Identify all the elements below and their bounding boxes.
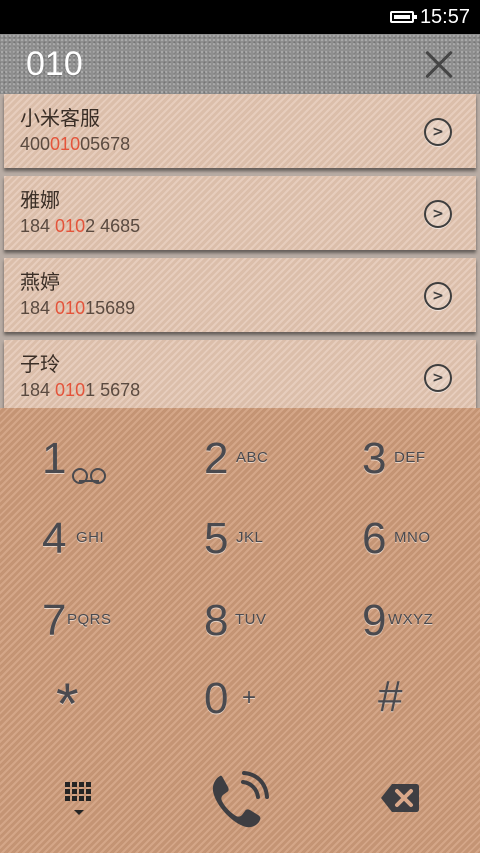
- key-letters: JKL: [236, 529, 264, 546]
- key-letters: ABC: [236, 449, 269, 466]
- key-digit: 1: [42, 434, 67, 483]
- contact-results-list: 小米客服 40001005678 > 雅娜 184 0102 4685 > 燕婷…: [0, 94, 480, 408]
- contact-name: 雅娜: [20, 190, 60, 212]
- key-1[interactable]: 1: [0, 418, 160, 498]
- key-digit: #: [378, 672, 403, 721]
- key-7[interactable]: 7 PQRS: [0, 580, 160, 660]
- caret-down-icon: [74, 810, 84, 815]
- dialpad-toggle-button[interactable]: [0, 758, 160, 838]
- chevron-right-icon[interactable]: >: [424, 282, 452, 310]
- key-letters: GHI: [76, 529, 105, 546]
- contact-name: 燕婷: [20, 272, 60, 294]
- close-icon[interactable]: [424, 49, 454, 79]
- key-4[interactable]: 4 GHI: [0, 498, 160, 578]
- dialed-number: 010: [26, 44, 83, 83]
- dialpad: 1 2 ABC 3 DEF 4 GHI 5 JKL 6 MNO 7 PQRS 8…: [0, 408, 480, 853]
- key-3[interactable]: 3 DEF: [320, 418, 480, 498]
- key-digit: *: [56, 672, 79, 737]
- list-item[interactable]: 小米客服 40001005678 >: [4, 94, 476, 168]
- key-digit: 4: [42, 514, 67, 563]
- status-time: 15:57: [419, 5, 470, 28]
- dialed-number-bar: 010: [0, 34, 480, 94]
- contact-number: 184 0102 4685: [20, 216, 141, 236]
- contact-number: 184 01015689: [20, 298, 136, 318]
- contact-name: 小米客服: [20, 108, 100, 130]
- key-5[interactable]: 5 JKL: [160, 498, 320, 578]
- key-digit: 2: [204, 434, 229, 483]
- key-9[interactable]: 9 WXYZ: [320, 580, 480, 660]
- list-item[interactable]: 子玲 184 0101 5678 >: [4, 340, 476, 408]
- key-letters: TUV: [235, 611, 267, 628]
- key-digit: 8: [204, 596, 229, 645]
- number-match: 010: [55, 298, 86, 318]
- key-digit: 5: [204, 514, 229, 563]
- backspace-icon: [381, 784, 419, 812]
- key-8[interactable]: 8 TUV: [160, 580, 320, 660]
- backspace-button[interactable]: [320, 758, 480, 838]
- contact-number: 184 0101 5678: [20, 380, 141, 400]
- list-item[interactable]: 燕婷 184 01015689 >: [4, 258, 476, 332]
- contact-number: 40001005678: [20, 134, 131, 154]
- key-2[interactable]: 2 ABC: [160, 418, 320, 498]
- voicemail-icon: [72, 468, 106, 484]
- number-match: 010: [55, 216, 86, 236]
- key-6[interactable]: 6 MNO: [320, 498, 480, 578]
- key-digit: 6: [362, 514, 387, 563]
- key-letters: WXYZ: [388, 611, 434, 628]
- key-letters: +: [242, 684, 257, 711]
- chevron-right-icon[interactable]: >: [424, 364, 452, 392]
- key-digit: 3: [362, 434, 387, 483]
- key-digit: 0: [204, 674, 229, 723]
- chevron-right-icon[interactable]: >: [424, 118, 452, 146]
- number-match: 010: [50, 134, 81, 154]
- key-letters: PQRS: [67, 611, 112, 628]
- call-icon: [212, 771, 269, 828]
- contact-name: 子玲: [20, 354, 60, 376]
- battery-full-icon: [389, 11, 417, 23]
- call-button[interactable]: [160, 758, 320, 838]
- key-hash[interactable]: #: [320, 658, 480, 738]
- list-item[interactable]: 雅娜 184 0102 4685 >: [4, 176, 476, 250]
- key-digit: 9: [362, 596, 387, 645]
- chevron-right-icon[interactable]: >: [424, 200, 452, 228]
- key-0[interactable]: 0 +: [160, 658, 320, 738]
- key-letters: MNO: [394, 529, 431, 546]
- key-letters: DEF: [394, 449, 426, 466]
- number-match: 010: [55, 380, 86, 400]
- key-digit: 7: [42, 596, 67, 645]
- status-bar: 15:57: [0, 0, 480, 34]
- key-star[interactable]: *: [0, 658, 160, 738]
- dialpad-toggle-icon: [65, 782, 91, 801]
